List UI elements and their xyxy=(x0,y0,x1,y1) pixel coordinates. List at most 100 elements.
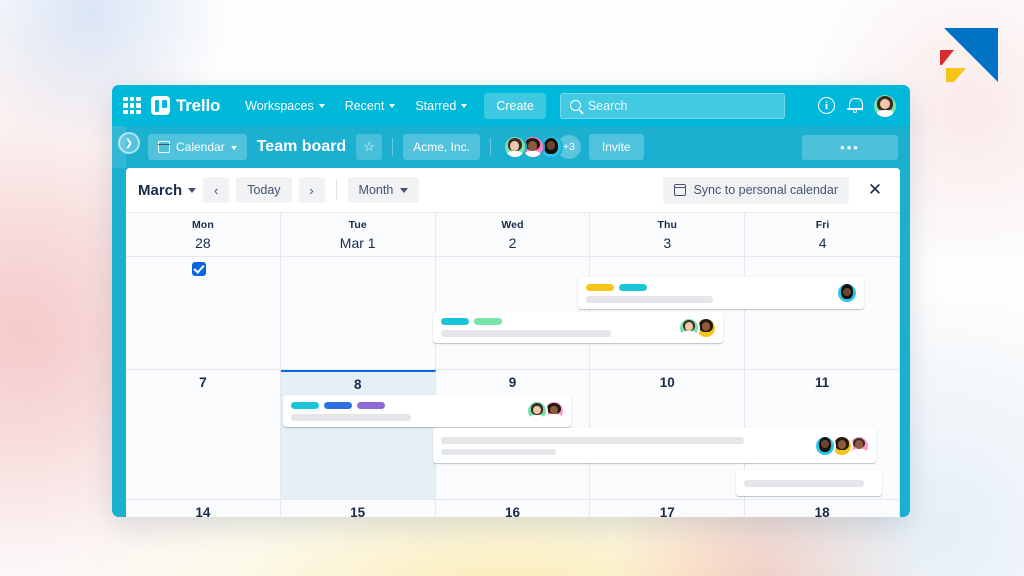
weekday-name: Fri xyxy=(815,219,830,231)
divider xyxy=(489,138,491,156)
month-selector[interactable]: March xyxy=(138,181,197,199)
calendar-card[interactable] xyxy=(736,470,882,496)
invite-button[interactable]: Invite xyxy=(588,134,644,160)
calendar-card[interactable] xyxy=(433,428,876,463)
apps-grid-icon[interactable] xyxy=(123,96,141,115)
prev-period-button[interactable]: ‹ xyxy=(203,177,230,203)
board-member-stack: +3 xyxy=(502,135,581,159)
day-number: 10 xyxy=(659,375,675,390)
day-cell-7[interactable]: 7 xyxy=(126,370,281,500)
info-icon[interactable]: i xyxy=(818,97,835,114)
day-cell-15[interactable]: 15 xyxy=(280,500,436,517)
trello-app-window: Trello Workspaces Recent Starred Create … xyxy=(112,85,910,517)
search-icon xyxy=(569,100,581,111)
card-label-blue xyxy=(324,401,352,409)
checkbox-checked-icon[interactable] xyxy=(192,261,206,276)
day-number: 8 xyxy=(353,377,362,392)
weekday-cell-wed: Wed 2 xyxy=(435,213,591,257)
sidebar-expand-button[interactable]: ❯ xyxy=(118,132,140,154)
card-avatar-group xyxy=(814,434,870,457)
weekday-cell-mon: Mon 28 xyxy=(126,213,281,257)
calendar-week-row-3: 14 15 16 17 18 xyxy=(126,500,900,517)
card-avatar-group xyxy=(678,316,717,339)
avatar[interactable] xyxy=(526,400,548,422)
trello-logo-icon xyxy=(151,96,170,115)
brand-logo-icon xyxy=(940,28,998,82)
day-cell-14[interactable]: 14 xyxy=(126,500,281,517)
card-label-row xyxy=(291,401,563,409)
card-label-cyan xyxy=(441,318,469,325)
weekday-date: 2 xyxy=(508,235,517,251)
chevron-down-icon xyxy=(461,104,468,108)
chevron-down-icon xyxy=(400,187,409,193)
weekday-date: Mar 1 xyxy=(339,235,376,251)
chevron-down-icon xyxy=(318,104,325,108)
day-cell-17[interactable]: 17 xyxy=(590,500,746,517)
trello-home-link[interactable]: Trello xyxy=(151,96,220,116)
avatar[interactable] xyxy=(814,434,836,457)
weekday-date: 4 xyxy=(818,235,827,251)
create-button[interactable]: Create xyxy=(484,92,546,119)
avatar[interactable] xyxy=(874,94,896,117)
calendar-grid: Mon 28 Tue Mar 1 Wed 2 Thu 3 Fri 4 7 8 9… xyxy=(126,213,900,517)
weekday-date: 28 xyxy=(195,235,211,251)
view-mode-selector[interactable]: Month xyxy=(347,177,420,203)
day-number: 18 xyxy=(814,505,830,517)
bell-icon[interactable] xyxy=(846,97,863,114)
avatar[interactable] xyxy=(678,316,700,339)
top-nav-right-cluster: i xyxy=(818,94,900,117)
day-cell-16[interactable]: 16 xyxy=(435,500,591,517)
today-button[interactable]: Today xyxy=(236,177,292,203)
sync-to-personal-calendar-button[interactable]: Sync to personal calendar xyxy=(663,176,849,204)
card-label-cyan xyxy=(291,401,319,409)
nav-item-recent-label: Recent xyxy=(344,98,385,113)
chevron-down-icon xyxy=(230,145,237,150)
day-number: 9 xyxy=(508,375,517,390)
weekday-date: 3 xyxy=(663,235,672,251)
board-title: Team board xyxy=(256,138,347,155)
calendar-icon xyxy=(673,184,687,196)
weekday-cell-thu: Thu 3 xyxy=(590,213,746,257)
day-number: 17 xyxy=(659,505,675,517)
calendar-card[interactable] xyxy=(283,395,571,427)
calendar-card[interactable] xyxy=(433,312,723,343)
calendar-week-row-2: 7 8 9 10 11 xyxy=(126,370,900,500)
nav-item-recent[interactable]: Recent xyxy=(336,94,405,118)
card-label-cyan xyxy=(619,283,647,291)
next-period-button[interactable]: › xyxy=(298,177,325,203)
calendar-icon xyxy=(157,141,170,153)
star-icon[interactable]: ☆ xyxy=(356,134,383,160)
weekday-header-row: Mon 28 Tue Mar 1 Wed 2 Thu 3 Fri 4 xyxy=(126,213,900,257)
view-switcher-calendar[interactable]: Calendar xyxy=(148,134,247,160)
nav-item-starred[interactable]: Starred xyxy=(406,94,476,118)
day-cell-4[interactable] xyxy=(745,257,900,370)
weekday-name: Wed xyxy=(501,219,524,231)
board-header-bar: ❯ Calendar Team board ☆ Acme, Inc. +3 In… xyxy=(112,126,910,168)
calendar-card[interactable] xyxy=(132,261,266,296)
view-mode-label: Month xyxy=(358,183,394,197)
close-icon[interactable]: ✕ xyxy=(862,177,888,203)
day-cell-18[interactable]: 18 xyxy=(745,500,900,517)
day-number: 11 xyxy=(814,375,830,390)
search-placeholder: Search xyxy=(587,98,628,113)
day-cell-8-today[interactable]: 8 xyxy=(280,370,436,500)
calendar-toolbar: March ‹ Today › Month Sync to personal c… xyxy=(126,168,900,213)
card-avatar-group xyxy=(836,282,858,304)
board-overflow-menu-button[interactable]: ••• xyxy=(802,134,898,160)
month-label: March xyxy=(138,181,183,199)
calendar-card[interactable] xyxy=(578,277,864,309)
day-cell-mar-1[interactable] xyxy=(280,257,436,370)
chevron-down-icon xyxy=(188,187,197,193)
avatar[interactable] xyxy=(836,282,858,304)
nav-item-starred-label: Starred xyxy=(415,98,457,113)
avatar[interactable] xyxy=(502,135,527,159)
workspace-chip[interactable]: Acme, Inc. xyxy=(403,134,480,160)
chevron-down-icon xyxy=(389,104,396,108)
weekday-name: Thu xyxy=(657,219,678,231)
calendar-week-row-1 xyxy=(126,257,900,370)
card-avatar-group xyxy=(526,400,565,422)
nav-item-workspaces[interactable]: Workspaces xyxy=(236,94,334,118)
search-input[interactable]: Search xyxy=(559,92,785,119)
day-number: 14 xyxy=(195,505,211,517)
day-number: 7 xyxy=(199,375,207,390)
